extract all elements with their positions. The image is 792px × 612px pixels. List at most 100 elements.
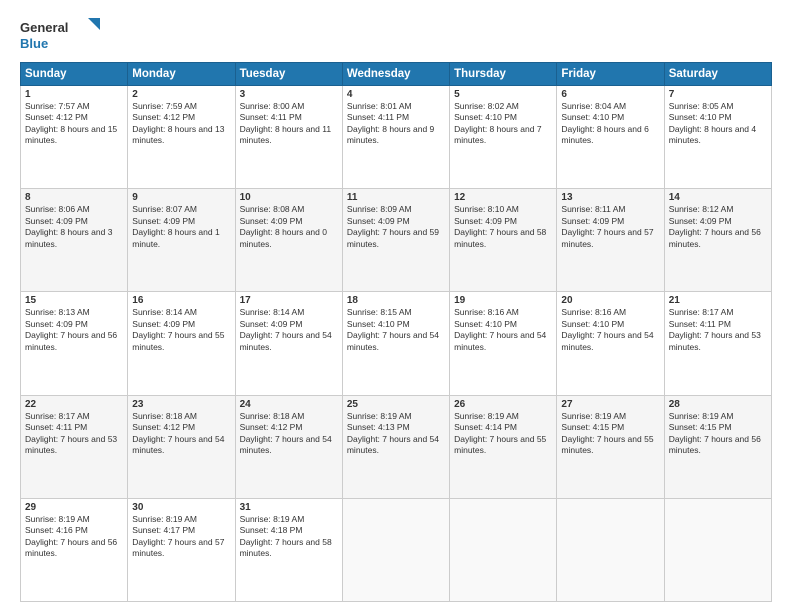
day-number: 7	[669, 89, 767, 100]
calendar-cell: 10Sunrise: 8:08 AMSunset: 4:09 PMDayligh…	[235, 189, 342, 292]
cell-content: Sunrise: 8:19 AMSunset: 4:15 PMDaylight:…	[669, 411, 767, 457]
day-number: 29	[25, 502, 123, 513]
calendar-cell: 31Sunrise: 8:19 AMSunset: 4:18 PMDayligh…	[235, 498, 342, 601]
cell-content: Sunrise: 8:00 AMSunset: 4:11 PMDaylight:…	[240, 101, 338, 147]
day-header-thursday: Thursday	[450, 63, 557, 86]
calendar-cell: 17Sunrise: 8:14 AMSunset: 4:09 PMDayligh…	[235, 292, 342, 395]
day-number: 6	[561, 89, 659, 100]
calendar-cell: 19Sunrise: 8:16 AMSunset: 4:10 PMDayligh…	[450, 292, 557, 395]
calendar-cell: 22Sunrise: 8:17 AMSunset: 4:11 PMDayligh…	[21, 395, 128, 498]
cell-content: Sunrise: 8:18 AMSunset: 4:12 PMDaylight:…	[240, 411, 338, 457]
cell-content: Sunrise: 8:05 AMSunset: 4:10 PMDaylight:…	[669, 101, 767, 147]
cell-content: Sunrise: 8:06 AMSunset: 4:09 PMDaylight:…	[25, 204, 123, 250]
day-number: 26	[454, 399, 552, 410]
svg-text:General: General	[20, 20, 68, 35]
day-header-row: SundayMondayTuesdayWednesdayThursdayFrid…	[21, 63, 772, 86]
day-number: 13	[561, 192, 659, 203]
calendar-cell: 13Sunrise: 8:11 AMSunset: 4:09 PMDayligh…	[557, 189, 664, 292]
day-number: 1	[25, 89, 123, 100]
calendar-cell	[450, 498, 557, 601]
calendar-week-4: 22Sunrise: 8:17 AMSunset: 4:11 PMDayligh…	[21, 395, 772, 498]
calendar-cell: 27Sunrise: 8:19 AMSunset: 4:15 PMDayligh…	[557, 395, 664, 498]
day-number: 11	[347, 192, 445, 203]
day-number: 14	[669, 192, 767, 203]
day-number: 12	[454, 192, 552, 203]
calendar-cell: 7Sunrise: 8:05 AMSunset: 4:10 PMDaylight…	[664, 86, 771, 189]
day-number: 3	[240, 89, 338, 100]
cell-content: Sunrise: 8:14 AMSunset: 4:09 PMDaylight:…	[240, 307, 338, 353]
calendar-cell: 6Sunrise: 8:04 AMSunset: 4:10 PMDaylight…	[557, 86, 664, 189]
cell-content: Sunrise: 7:59 AMSunset: 4:12 PMDaylight:…	[132, 101, 230, 147]
cell-content: Sunrise: 8:19 AMSunset: 4:17 PMDaylight:…	[132, 514, 230, 560]
logo: General Blue	[20, 16, 110, 54]
calendar-cell: 1Sunrise: 7:57 AMSunset: 4:12 PMDaylight…	[21, 86, 128, 189]
day-number: 18	[347, 295, 445, 306]
calendar-cell: 26Sunrise: 8:19 AMSunset: 4:14 PMDayligh…	[450, 395, 557, 498]
calendar-cell: 21Sunrise: 8:17 AMSunset: 4:11 PMDayligh…	[664, 292, 771, 395]
day-header-tuesday: Tuesday	[235, 63, 342, 86]
calendar-page: General Blue SundayMondayTuesdayWednesda…	[0, 0, 792, 612]
day-number: 22	[25, 399, 123, 410]
logo-svg: General Blue	[20, 16, 110, 54]
header: General Blue	[20, 16, 772, 54]
calendar-week-3: 15Sunrise: 8:13 AMSunset: 4:09 PMDayligh…	[21, 292, 772, 395]
calendar-cell: 20Sunrise: 8:16 AMSunset: 4:10 PMDayligh…	[557, 292, 664, 395]
calendar-cell	[557, 498, 664, 601]
day-number: 20	[561, 295, 659, 306]
day-number: 9	[132, 192, 230, 203]
calendar-cell: 15Sunrise: 8:13 AMSunset: 4:09 PMDayligh…	[21, 292, 128, 395]
cell-content: Sunrise: 8:12 AMSunset: 4:09 PMDaylight:…	[669, 204, 767, 250]
day-number: 24	[240, 399, 338, 410]
day-number: 4	[347, 89, 445, 100]
day-number: 31	[240, 502, 338, 513]
calendar-cell: 5Sunrise: 8:02 AMSunset: 4:10 PMDaylight…	[450, 86, 557, 189]
cell-content: Sunrise: 8:11 AMSunset: 4:09 PMDaylight:…	[561, 204, 659, 250]
day-number: 25	[347, 399, 445, 410]
calendar-cell: 25Sunrise: 8:19 AMSunset: 4:13 PMDayligh…	[342, 395, 449, 498]
calendar-cell: 23Sunrise: 8:18 AMSunset: 4:12 PMDayligh…	[128, 395, 235, 498]
day-number: 15	[25, 295, 123, 306]
cell-content: Sunrise: 8:16 AMSunset: 4:10 PMDaylight:…	[454, 307, 552, 353]
day-number: 23	[132, 399, 230, 410]
day-number: 28	[669, 399, 767, 410]
cell-content: Sunrise: 8:19 AMSunset: 4:16 PMDaylight:…	[25, 514, 123, 560]
cell-content: Sunrise: 8:19 AMSunset: 4:18 PMDaylight:…	[240, 514, 338, 560]
calendar-cell: 29Sunrise: 8:19 AMSunset: 4:16 PMDayligh…	[21, 498, 128, 601]
calendar-week-2: 8Sunrise: 8:06 AMSunset: 4:09 PMDaylight…	[21, 189, 772, 292]
day-header-saturday: Saturday	[664, 63, 771, 86]
day-number: 10	[240, 192, 338, 203]
calendar-cell: 11Sunrise: 8:09 AMSunset: 4:09 PMDayligh…	[342, 189, 449, 292]
day-header-friday: Friday	[557, 63, 664, 86]
calendar-table: SundayMondayTuesdayWednesdayThursdayFrid…	[20, 62, 772, 602]
cell-content: Sunrise: 8:19 AMSunset: 4:15 PMDaylight:…	[561, 411, 659, 457]
cell-content: Sunrise: 8:07 AMSunset: 4:09 PMDaylight:…	[132, 204, 230, 250]
cell-content: Sunrise: 8:04 AMSunset: 4:10 PMDaylight:…	[561, 101, 659, 147]
calendar-week-1: 1Sunrise: 7:57 AMSunset: 4:12 PMDaylight…	[21, 86, 772, 189]
day-number: 30	[132, 502, 230, 513]
day-number: 8	[25, 192, 123, 203]
cell-content: Sunrise: 8:19 AMSunset: 4:14 PMDaylight:…	[454, 411, 552, 457]
cell-content: Sunrise: 8:09 AMSunset: 4:09 PMDaylight:…	[347, 204, 445, 250]
cell-content: Sunrise: 8:17 AMSunset: 4:11 PMDaylight:…	[669, 307, 767, 353]
calendar-cell: 3Sunrise: 8:00 AMSunset: 4:11 PMDaylight…	[235, 86, 342, 189]
cell-content: Sunrise: 8:16 AMSunset: 4:10 PMDaylight:…	[561, 307, 659, 353]
calendar-cell: 24Sunrise: 8:18 AMSunset: 4:12 PMDayligh…	[235, 395, 342, 498]
cell-content: Sunrise: 7:57 AMSunset: 4:12 PMDaylight:…	[25, 101, 123, 147]
cell-content: Sunrise: 8:02 AMSunset: 4:10 PMDaylight:…	[454, 101, 552, 147]
calendar-cell: 18Sunrise: 8:15 AMSunset: 4:10 PMDayligh…	[342, 292, 449, 395]
calendar-week-5: 29Sunrise: 8:19 AMSunset: 4:16 PMDayligh…	[21, 498, 772, 601]
cell-content: Sunrise: 8:10 AMSunset: 4:09 PMDaylight:…	[454, 204, 552, 250]
cell-content: Sunrise: 8:18 AMSunset: 4:12 PMDaylight:…	[132, 411, 230, 457]
calendar-cell	[342, 498, 449, 601]
calendar-cell: 4Sunrise: 8:01 AMSunset: 4:11 PMDaylight…	[342, 86, 449, 189]
day-number: 2	[132, 89, 230, 100]
calendar-cell: 12Sunrise: 8:10 AMSunset: 4:09 PMDayligh…	[450, 189, 557, 292]
day-number: 16	[132, 295, 230, 306]
cell-content: Sunrise: 8:17 AMSunset: 4:11 PMDaylight:…	[25, 411, 123, 457]
day-header-sunday: Sunday	[21, 63, 128, 86]
calendar-cell: 30Sunrise: 8:19 AMSunset: 4:17 PMDayligh…	[128, 498, 235, 601]
cell-content: Sunrise: 8:15 AMSunset: 4:10 PMDaylight:…	[347, 307, 445, 353]
cell-content: Sunrise: 8:08 AMSunset: 4:09 PMDaylight:…	[240, 204, 338, 250]
day-number: 17	[240, 295, 338, 306]
calendar-cell: 8Sunrise: 8:06 AMSunset: 4:09 PMDaylight…	[21, 189, 128, 292]
